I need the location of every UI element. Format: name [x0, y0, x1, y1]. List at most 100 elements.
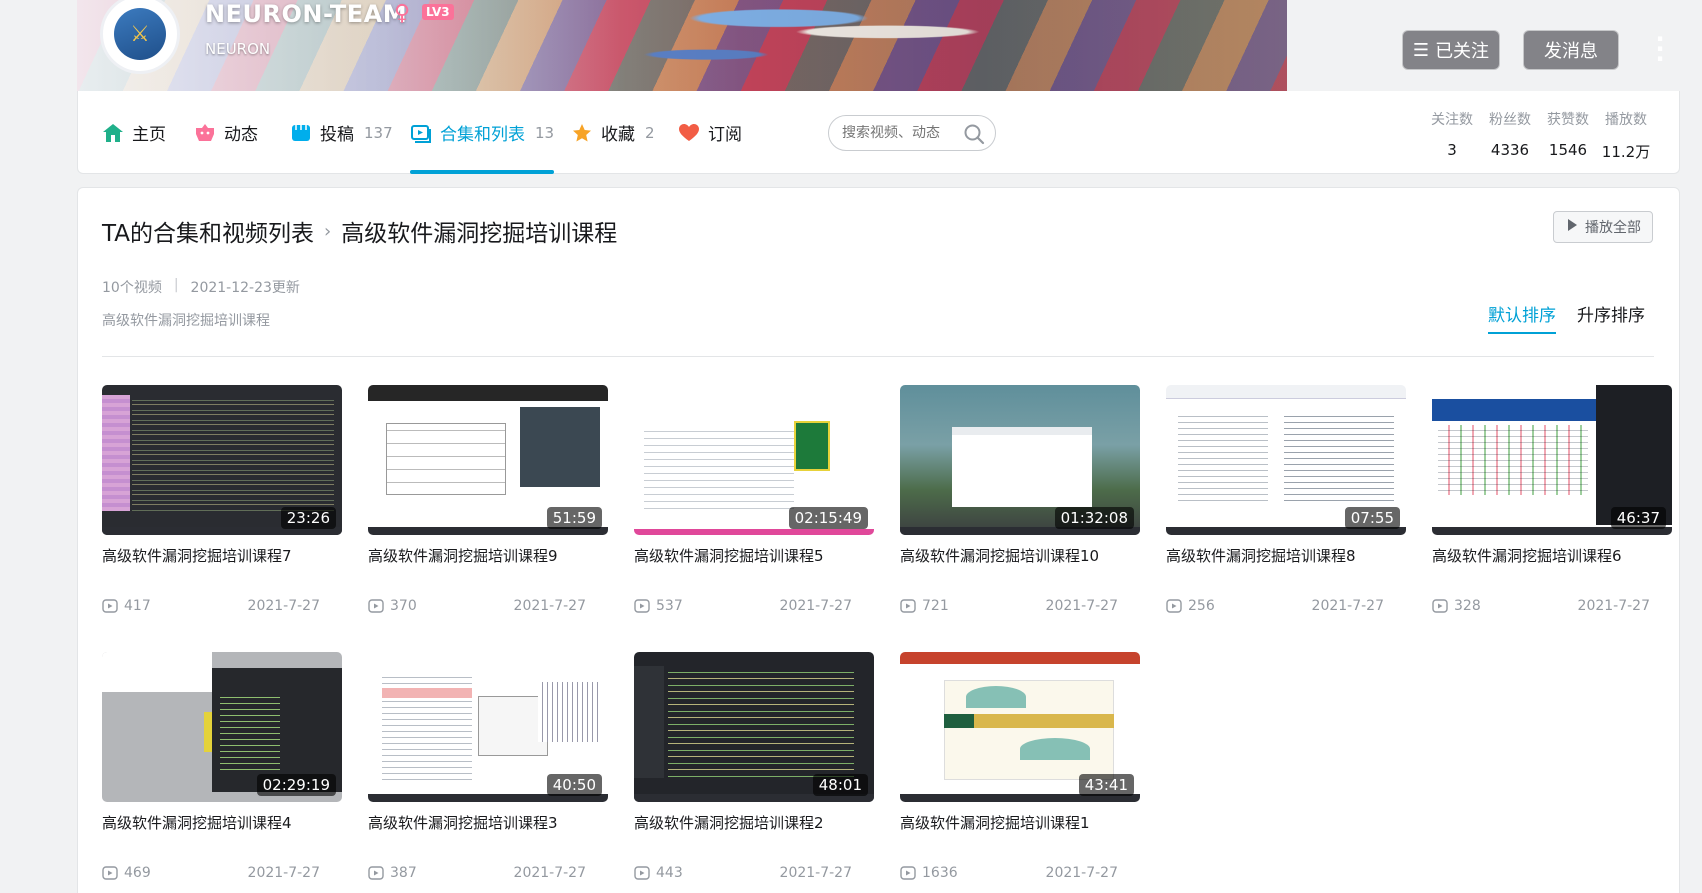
stat-plays: 播放数 11.2万	[1597, 109, 1655, 162]
play-count-icon	[102, 866, 118, 880]
video-title[interactable]: 高级软件漏洞挖掘培训课程10	[900, 545, 1140, 566]
video-card[interactable]: 07:55 高级软件漏洞挖掘培训课程8 256 2021-7-27	[1166, 385, 1406, 614]
tab-feed[interactable]: 动态	[194, 91, 258, 174]
tab-uploads[interactable]: 投稿 137	[290, 91, 393, 174]
video-title[interactable]: 高级软件漏洞挖掘培训课程3	[368, 812, 608, 833]
video-card[interactable]: 40:50 高级软件漏洞挖掘培训课程3 387 2021-7-27	[368, 652, 608, 881]
search-input[interactable]	[842, 125, 952, 141]
duration-badge: 51:59	[546, 507, 602, 529]
duration-badge: 23:26	[280, 507, 336, 529]
user-stats: 关注数 3 粉丝数 4336 获赞数 1546 播放数 11.2万	[1423, 109, 1655, 162]
sort-ascending[interactable]: 升序排序	[1577, 301, 1645, 326]
video-thumbnail[interactable]: 02:15:49	[634, 385, 874, 535]
stat-fans[interactable]: 粉丝数 4336	[1481, 109, 1539, 162]
stat-value: 11.2万	[1601, 143, 1651, 161]
publish-date: 2021-7-27	[779, 598, 852, 614]
feed-icon	[194, 122, 216, 144]
play-count-value: 721	[922, 598, 949, 614]
video-footer: 721 2021-7-27	[900, 598, 1140, 614]
video-thumbnail[interactable]: 46:37	[1432, 385, 1672, 535]
search-icon[interactable]	[963, 123, 985, 145]
more-vertical-icon[interactable]: · · ·	[1655, 27, 1665, 71]
stat-value: 1546	[1548, 141, 1588, 159]
video-title[interactable]: 高级软件漏洞挖掘培训课程5	[634, 545, 874, 566]
tab-collections[interactable]: 合集和列表 13	[410, 91, 555, 174]
tab-uploads-count: 137	[364, 123, 393, 142]
breadcrumb: TA的合集和视频列表 › 高级软件漏洞挖掘培训课程	[102, 214, 617, 248]
duration-badge: 43:41	[1078, 774, 1134, 796]
tab-subscriptions[interactable]: 订阅	[678, 91, 742, 174]
stat-value: 4336	[1490, 141, 1530, 159]
upload-icon	[290, 122, 312, 144]
play-count: 469	[102, 865, 151, 881]
play-count: 1636	[900, 865, 958, 881]
duration-badge: 48:01	[812, 774, 868, 796]
video-card[interactable]: 48:01 高级软件漏洞挖掘培训课程2 443 2021-7-27	[634, 652, 874, 881]
play-count-icon	[634, 599, 650, 613]
video-title[interactable]: 高级软件漏洞挖掘培训课程1	[900, 812, 1140, 833]
section-divider	[102, 356, 1654, 357]
video-thumbnail[interactable]: 43:41	[900, 652, 1140, 802]
video-card[interactable]: 23:26 高级软件漏洞挖掘培训课程7 417 2021-7-27	[102, 385, 342, 614]
username[interactable]: NEURON-TEAM	[205, 0, 407, 28]
video-card[interactable]: 02:29:19 高级软件漏洞挖掘培训课程4 469 2021-7-27	[102, 652, 342, 881]
tab-favorites-count: 2	[645, 123, 655, 142]
level-badge: LV3	[422, 4, 454, 20]
play-count-value: 256	[1188, 598, 1215, 614]
play-count-value: 328	[1454, 598, 1481, 614]
sort-default[interactable]: 默认排序	[1488, 301, 1556, 334]
play-count-value: 1636	[922, 865, 958, 881]
video-title[interactable]: 高级软件漏洞挖掘培训课程8	[1166, 545, 1406, 566]
video-thumbnail[interactable]: 23:26	[102, 385, 342, 535]
tab-home[interactable]: 主页	[102, 91, 166, 174]
team-crest-icon: ⚔	[114, 8, 166, 60]
stat-label: 播放数	[1605, 112, 1647, 128]
video-footer: 370 2021-7-27	[368, 598, 608, 614]
video-thumbnail[interactable]: 07:55	[1166, 385, 1406, 535]
home-icon	[102, 122, 124, 144]
female-icon: ♀	[394, 1, 411, 26]
stat-label: 关注数	[1431, 112, 1473, 128]
collection-icon	[410, 122, 432, 144]
video-card[interactable]: 46:37 高级软件漏洞挖掘培训课程6 328 2021-7-27	[1432, 385, 1672, 614]
search-box[interactable]	[828, 115, 996, 151]
video-card[interactable]: 51:59 高级软件漏洞挖掘培训课程9 370 2021-7-27	[368, 385, 608, 614]
collection-meta: 10个视频 | 2021-12-23更新	[102, 277, 300, 297]
video-title[interactable]: 高级软件漏洞挖掘培训课程2	[634, 812, 874, 833]
video-thumbnail[interactable]: 01:32:08	[900, 385, 1140, 535]
video-title[interactable]: 高级软件漏洞挖掘培训课程6	[1432, 545, 1672, 566]
video-thumbnail[interactable]: 40:50	[368, 652, 608, 802]
video-footer: 537 2021-7-27	[634, 598, 874, 614]
menu-lines-icon: ☰	[1412, 39, 1430, 61]
video-footer: 469 2021-7-27	[102, 865, 342, 881]
play-icon	[1565, 218, 1579, 236]
play-all-button[interactable]: 播放全部	[1553, 211, 1653, 243]
video-footer: 328 2021-7-27	[1432, 598, 1672, 614]
play-count-icon	[900, 599, 916, 613]
video-card[interactable]: 43:41 高级软件漏洞挖掘培训课程1 1636 2021-7-27	[900, 652, 1140, 881]
video-card[interactable]: 01:32:08 高级软件漏洞挖掘培训课程10 721 2021-7-27	[900, 385, 1140, 614]
play-count: 370	[368, 598, 417, 614]
video-title[interactable]: 高级软件漏洞挖掘培训课程4	[102, 812, 342, 833]
nav-bar: 主页 动态 投稿 137 合集和列表 13 收藏 2 订阅 搜索视频、动态 关注…	[77, 91, 1680, 174]
play-count: 721	[900, 598, 949, 614]
play-count-value: 469	[124, 865, 151, 881]
duration-badge: 01:32:08	[1054, 507, 1134, 529]
publish-date: 2021-7-27	[1311, 598, 1384, 614]
user-sign: NEURON	[205, 40, 271, 58]
video-card[interactable]: 02:15:49 高级软件漏洞挖掘培训课程5 537 2021-7-27	[634, 385, 874, 614]
stat-following[interactable]: 关注数 3	[1423, 109, 1481, 162]
follow-button[interactable]: ☰ 已关注	[1402, 30, 1500, 70]
publish-date: 2021-7-27	[513, 865, 586, 881]
tab-favorites[interactable]: 收藏 2	[571, 91, 655, 174]
video-title[interactable]: 高级软件漏洞挖掘培训课程9	[368, 545, 608, 566]
video-thumbnail[interactable]: 02:29:19	[102, 652, 342, 802]
video-title[interactable]: 高级软件漏洞挖掘培训课程7	[102, 545, 342, 566]
play-count-icon	[1166, 599, 1182, 613]
publish-date: 2021-7-27	[779, 865, 852, 881]
video-thumbnail[interactable]: 48:01	[634, 652, 874, 802]
video-thumbnail[interactable]: 51:59	[368, 385, 608, 535]
breadcrumb-parent[interactable]: TA的合集和视频列表	[102, 214, 314, 248]
message-button[interactable]: 发消息	[1523, 30, 1619, 70]
play-count-icon	[900, 866, 916, 880]
